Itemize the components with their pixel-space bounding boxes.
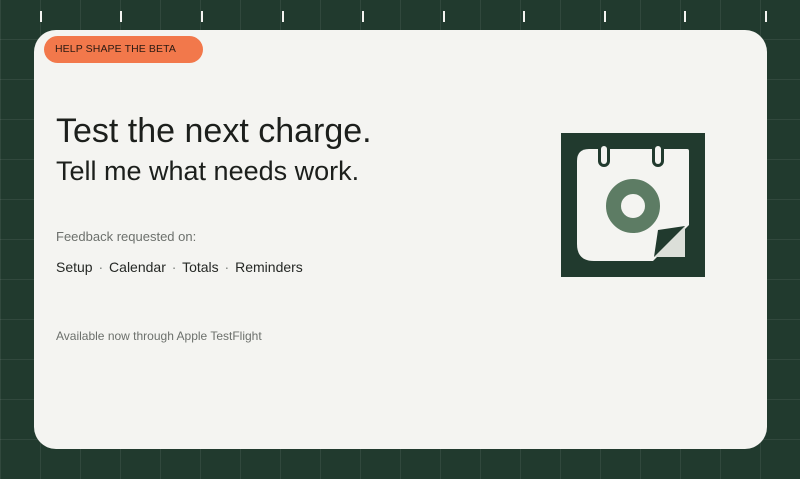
tick-mark [201,11,203,22]
topic-calendar: Calendar [109,259,166,275]
top-tick-marks [0,11,800,23]
topic-separator: · [98,259,104,275]
topic-setup: Setup [56,259,93,275]
headline: Test the next charge. [56,112,372,150]
topic-totals: Totals [182,259,219,275]
tick-mark [40,11,42,22]
topic-reminders: Reminders [235,259,303,275]
tick-mark [120,11,122,22]
app-icon-tile [561,133,705,277]
beta-card: HELP SHAPE THE BETA Test the next charge… [34,30,767,449]
subheadline: Tell me what needs work. [56,156,360,186]
tick-mark [765,11,767,22]
topic-separator: · [224,259,230,275]
tick-mark [282,11,284,22]
feedback-label: Feedback requested on: [56,229,197,244]
availability-note: Available now through Apple TestFlight [56,329,262,343]
tick-mark [362,11,364,22]
topic-separator: · [171,259,177,275]
calendar-icon [577,143,689,261]
tick-mark [604,11,606,22]
feedback-topics: Setup · Calendar · Totals · Reminders [56,259,303,275]
tick-mark [684,11,686,22]
beta-badge: HELP SHAPE THE BETA [44,36,203,63]
tick-mark [523,11,525,22]
tick-mark [443,11,445,22]
